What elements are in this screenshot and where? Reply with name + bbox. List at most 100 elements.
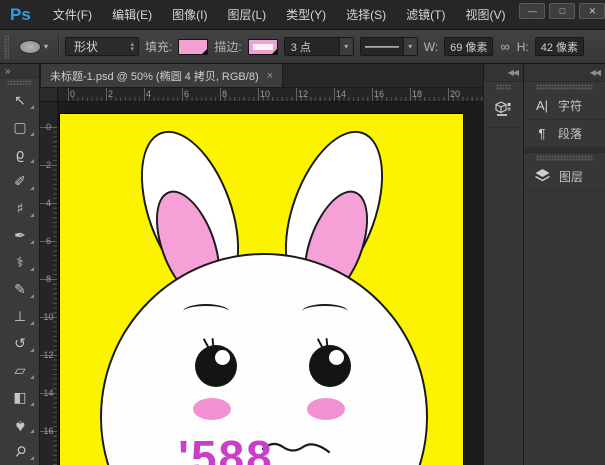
- eraser-tool[interactable]: ▱: [0, 357, 40, 384]
- character-panel-button[interactable]: A| 字符: [524, 92, 605, 120]
- maximize-button[interactable]: □: [549, 3, 575, 19]
- ruler-number: 4: [146, 89, 184, 99]
- panel-grip-icon[interactable]: [536, 84, 593, 90]
- tool-icon: ✒: [14, 228, 26, 244]
- character-icon: A|: [534, 98, 550, 113]
- ruler-number: 6: [44, 237, 54, 275]
- canvas[interactable]: '588: [60, 114, 463, 465]
- panel-group-divider: [524, 148, 605, 153]
- eye-highlight: [329, 350, 344, 365]
- layers-panel-button[interactable]: 图层: [524, 163, 605, 191]
- ruler-number: 6: [184, 89, 222, 99]
- document-content: 02468101214161820 0246810121416: [40, 88, 483, 465]
- height-label: H:: [517, 40, 529, 54]
- dodge-tool[interactable]: ⚲: [0, 438, 40, 465]
- document-area: 未标题-1.psd @ 50% (椭圆 4 拷贝, RGB/8) × 02468…: [40, 64, 483, 465]
- lasso-tool[interactable]: ϱ: [0, 141, 40, 168]
- blur-tool[interactable]: ♠: [0, 411, 40, 438]
- stroke-type-select[interactable]: ▾: [360, 37, 418, 56]
- panel-grip-icon[interactable]: [536, 155, 593, 161]
- 视图(V)[interactable]: 视图(V): [455, 0, 515, 30]
- healing-brush-tool[interactable]: ⚕: [0, 249, 40, 276]
- options-bar-grip-icon[interactable]: [4, 35, 9, 59]
- brush-tool[interactable]: ✎: [0, 276, 40, 303]
- ruler-number: 4: [44, 199, 54, 237]
- shape-width-input[interactable]: 69 像素: [444, 37, 493, 56]
- 文件(F)[interactable]: 文件(F): [43, 0, 102, 30]
- tool-icon: ◧: [13, 390, 26, 406]
- chevron-down-icon[interactable]: ▾: [403, 38, 417, 55]
- minimize-button[interactable]: —: [519, 3, 545, 19]
- close-button[interactable]: ✕: [579, 3, 605, 19]
- divider: [58, 35, 59, 59]
- marquee-tool[interactable]: ▢: [0, 114, 40, 141]
- paragraph-panel-label: 段落: [558, 125, 582, 142]
- solid-line-icon: [365, 46, 399, 48]
- stroke-width-select[interactable]: 3 点 ▾: [284, 37, 354, 56]
- clone-stamp-tool[interactable]: ⊥: [0, 303, 40, 330]
- ruler-number: 10: [44, 313, 54, 351]
- tool-icon: ♯: [17, 201, 24, 217]
- tool-icon: ♠: [14, 417, 27, 433]
- document-title: 未标题-1.psd @ 50% (椭圆 4 拷贝, RGB/8): [50, 68, 259, 84]
- eyedropper-tool[interactable]: ✒: [0, 222, 40, 249]
- toolbar-grip-icon[interactable]: [7, 80, 32, 85]
- options-bar: ▾ 形状 ▴▾ 填充: 描边: 3 点 ▾ ▾ W: 69 像素 ∞ H: 42…: [0, 30, 605, 64]
- panel-grip-icon[interactable]: [496, 84, 511, 90]
- toolbar-expand-icon[interactable]: »: [0, 64, 39, 78]
- ruler-number: 8: [44, 275, 54, 313]
- ruler-corner: [40, 88, 58, 102]
- price-text: '588: [178, 434, 274, 465]
- ruler-number: 2: [108, 89, 146, 99]
- move-tool[interactable]: ↖: [0, 87, 40, 114]
- updown-arrows-icon: ▴▾: [131, 42, 135, 52]
- 图像(I)[interactable]: 图像(I): [162, 0, 217, 30]
- tool-icon: ↺: [14, 336, 26, 352]
- workspace: » ↖ ▢ ϱ ✐: [0, 64, 605, 465]
- 3d-panel-button[interactable]: [484, 92, 523, 128]
- quick-selection-tool[interactable]: ✐: [0, 168, 40, 195]
- crop-tool[interactable]: ♯: [0, 195, 40, 222]
- rabbit-right-eyebrow: [302, 304, 348, 319]
- canvas-viewport[interactable]: '588: [58, 102, 483, 465]
- tool-icon: ▢: [13, 120, 26, 136]
- shape-height-input[interactable]: 42 像素: [535, 37, 584, 56]
- tool-icon: ✎: [14, 282, 26, 298]
- collapse-panels-icon[interactable]: ◀◀: [484, 64, 523, 82]
- paragraph-panel-button[interactable]: ¶ 段落: [524, 120, 605, 148]
- chevron-down-icon[interactable]: ▾: [339, 38, 353, 55]
- document-tab-bar: 未标题-1.psd @ 50% (椭圆 4 拷贝, RGB/8) ×: [40, 64, 483, 88]
- photoshop-window: Ps 文件(F)编辑(E)图像(I)图层(L)类型(Y)选择(S)滤镜(T)视图…: [0, 0, 605, 465]
- ps-logo: Ps: [10, 5, 31, 25]
- 3d-cube-icon: [495, 100, 512, 120]
- document-tab[interactable]: 未标题-1.psd @ 50% (椭圆 4 拷贝, RGB/8) ×: [40, 64, 283, 87]
- tool-mode-select[interactable]: 形状 ▴▾: [65, 37, 139, 56]
- collapse-panels-icon[interactable]: ◀◀: [524, 64, 605, 82]
- 滤镜(T)[interactable]: 滤镜(T): [396, 0, 455, 30]
- menu-bar: Ps 文件(F)编辑(E)图像(I)图层(L)类型(Y)选择(S)滤镜(T)视图…: [0, 0, 605, 30]
- ruler-number: 14: [44, 389, 54, 427]
- horizontal-ruler: 02468101214161820: [58, 88, 483, 102]
- close-tab-icon[interactable]: ×: [267, 70, 273, 82]
- tool-preset-picker[interactable]: ▾: [15, 38, 52, 56]
- 类型(Y)[interactable]: 类型(Y): [276, 0, 336, 30]
- gradient-tool[interactable]: ◧: [0, 384, 40, 411]
- 选择(S)[interactable]: 选择(S): [336, 0, 396, 30]
- ruler-number: 16: [44, 427, 54, 465]
- history-brush-tool[interactable]: ↺: [0, 330, 40, 357]
- ruler-number: 2: [44, 161, 54, 199]
- tool-icon: ⚲: [11, 442, 29, 461]
- ruler-number: 16: [374, 89, 412, 99]
- 图层(L)[interactable]: 图层(L): [217, 0, 276, 30]
- 编辑(E)[interactable]: 编辑(E): [102, 0, 162, 30]
- ruler-number: 18: [412, 89, 450, 99]
- ruler-number: 8: [222, 89, 260, 99]
- stroke-color-swatch[interactable]: [248, 39, 278, 55]
- link-dimensions-icon[interactable]: ∞: [499, 39, 510, 54]
- rabbit-left-cheek: [193, 398, 231, 420]
- ruler-number: 20: [450, 89, 483, 99]
- tool-mode-value: 形状: [74, 38, 98, 55]
- fill-color-swatch[interactable]: [178, 39, 208, 55]
- rabbit-right-cheek: [307, 398, 345, 420]
- tool-list: ↖ ▢ ϱ ✐ ♯: [0, 87, 39, 465]
